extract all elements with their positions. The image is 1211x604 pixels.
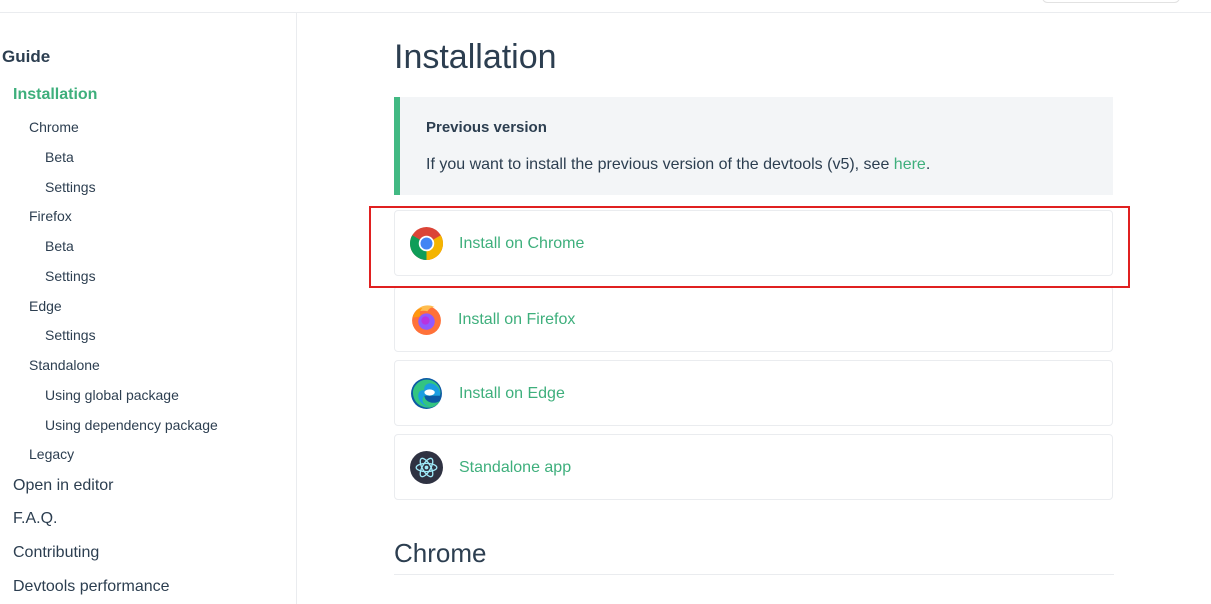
electron-icon bbox=[410, 451, 443, 484]
sidebar-item-edge-settings[interactable]: Settings bbox=[45, 327, 96, 343]
sidebar-item-firefox[interactable]: Firefox bbox=[29, 208, 72, 224]
tip-title: Previous version bbox=[426, 119, 547, 136]
truncated-paragraph bbox=[394, 596, 694, 604]
install-chrome-label[interactable]: Install on Chrome bbox=[459, 235, 584, 253]
sidebar-item-devtools-performance[interactable]: Devtools performance bbox=[13, 578, 170, 596]
tip-text-before: If you want to install the previous vers… bbox=[426, 156, 894, 173]
sidebar-item-chrome-settings[interactable]: Settings bbox=[45, 179, 96, 195]
search-box[interactable] bbox=[1042, 0, 1180, 3]
sidebar-item-legacy[interactable]: Legacy bbox=[29, 446, 74, 462]
sidebar-item-standalone[interactable]: Standalone bbox=[29, 357, 100, 373]
sidebar-item-global-package[interactable]: Using global package bbox=[45, 387, 179, 403]
sidebar-item-faq[interactable]: F.A.Q. bbox=[13, 510, 57, 528]
standalone-app-card[interactable]: Standalone app bbox=[394, 434, 1113, 500]
section-heading-chrome: Chrome bbox=[394, 538, 487, 568]
page-title: Installation bbox=[394, 38, 557, 76]
previous-version-tip: Previous version If you want to install … bbox=[394, 97, 1113, 195]
edge-icon bbox=[411, 378, 442, 409]
firefox-icon bbox=[412, 305, 441, 335]
sidebar-item-firefox-settings[interactable]: Settings bbox=[45, 268, 96, 284]
sidebar-item-open-in-editor[interactable]: Open in editor bbox=[13, 477, 114, 495]
sidebar-item-dependency-package[interactable]: Using dependency package bbox=[45, 417, 218, 433]
sidebar-item-firefox-beta[interactable]: Beta bbox=[45, 238, 74, 254]
sidebar-heading-guide: Guide bbox=[2, 47, 51, 66]
top-navbar bbox=[0, 0, 1211, 13]
standalone-app-label[interactable]: Standalone app bbox=[459, 459, 571, 477]
tip-text: If you want to install the previous vers… bbox=[426, 156, 930, 174]
sidebar-item-chrome-beta[interactable]: Beta bbox=[45, 149, 74, 165]
install-chrome-card[interactable]: Install on Chrome bbox=[394, 210, 1113, 276]
sidebar-item-edge[interactable]: Edge bbox=[29, 298, 62, 314]
section-divider bbox=[394, 574, 1114, 575]
install-firefox-card[interactable]: Install on Firefox bbox=[394, 286, 1113, 352]
install-edge-card[interactable]: Install on Edge bbox=[394, 360, 1113, 426]
tip-here-link[interactable]: here bbox=[894, 156, 926, 173]
sidebar-item-installation[interactable]: Installation bbox=[13, 86, 97, 104]
sidebar-item-contributing[interactable]: Contributing bbox=[13, 544, 99, 562]
install-edge-label[interactable]: Install on Edge bbox=[459, 385, 565, 403]
sidebar-item-chrome[interactable]: Chrome bbox=[29, 119, 79, 135]
tip-text-after: . bbox=[925, 156, 931, 173]
chrome-icon bbox=[410, 227, 443, 260]
install-firefox-label[interactable]: Install on Firefox bbox=[458, 311, 575, 329]
